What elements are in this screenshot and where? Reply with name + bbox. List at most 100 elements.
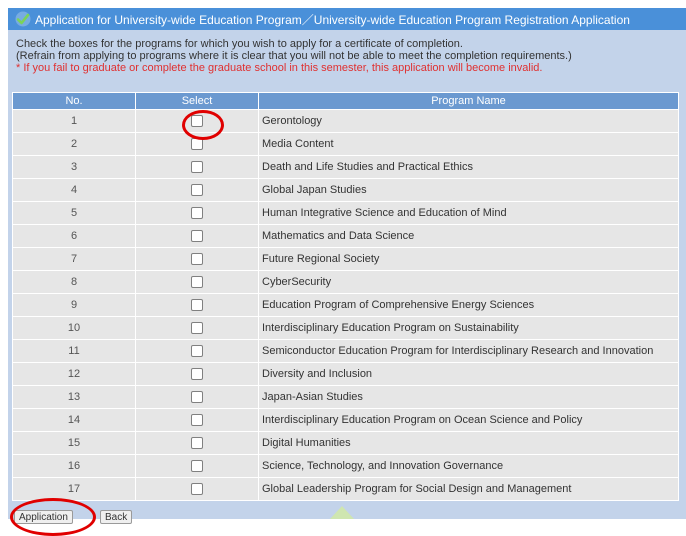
column-header-no: No. [12,92,136,110]
select-cell [135,408,259,432]
row-number: 13 [12,385,136,409]
table-header-row: No. Select Program Name [12,92,679,110]
program-select-checkbox[interactable] [191,391,203,404]
program-name: Semiconductor Education Program for Inte… [258,339,679,363]
column-header-select: Select [135,92,259,110]
instruction-line-2: (Refrain from applying to programs where… [16,50,572,62]
program-name: Digital Humanities [258,431,679,455]
row-number: 8 [12,270,136,294]
program-name: Future Regional Society [258,247,679,271]
program-select-checkbox[interactable] [191,161,203,174]
program-name: Global Japan Studies [258,178,679,202]
program-select-checkbox[interactable] [191,184,203,197]
checkmark-icon [15,11,31,27]
column-header-program-name: Program Name [258,92,679,110]
instructions: Check the boxes for the programs for whi… [16,38,686,74]
table-row: 16 Science, Technology, and Innovation Go… [12,454,679,478]
program-select-checkbox[interactable] [191,414,203,427]
scroll-hint-arrow [330,506,354,519]
program-name: Education Program of Comprehensive Energ… [258,293,679,317]
programs-table: No. Select Program Name 1 Gerontology 2 Med… [12,92,679,501]
select-cell [135,454,259,478]
program-select-checkbox[interactable] [191,437,203,450]
row-number: 11 [12,339,136,363]
program-name: Gerontology [258,109,679,133]
select-cell [135,201,259,225]
program-select-checkbox[interactable] [191,460,203,473]
table-row: 13 Japan-Asian Studies [12,385,679,409]
select-cell [135,178,259,202]
select-cell [135,293,259,317]
table-row: 5 Human Integrative Science and Education… [12,201,679,225]
row-number: 9 [12,293,136,317]
row-number: 3 [12,155,136,179]
table-row: 11 Semiconductor Education Program for In… [12,339,679,363]
program-name: Mathematics and Data Science [258,224,679,248]
select-cell [135,385,259,409]
table-row: 15 Digital Humanities [12,431,679,455]
row-number: 2 [12,132,136,156]
program-select-checkbox[interactable] [191,230,203,243]
select-cell [135,362,259,386]
program-select-checkbox[interactable] [191,322,203,335]
select-cell [135,109,259,133]
application-button[interactable]: Application [14,510,73,524]
row-number: 10 [12,316,136,340]
table-row: 2 Media Content [12,132,679,156]
warning-text: * If you fail to graduate or complete th… [16,62,543,74]
page-title: Application for University-wide Educatio… [35,12,630,27]
program-select-checkbox[interactable] [191,368,203,381]
select-cell [135,224,259,248]
row-number: 17 [12,477,136,501]
program-select-checkbox[interactable] [191,483,203,496]
select-cell [135,247,259,271]
row-number: 1 [12,109,136,133]
row-number: 14 [12,408,136,432]
table-row: 17 Global Leadership Program for Social D… [12,477,679,501]
program-select-checkbox[interactable] [191,253,203,266]
program-name: Death and Life Studies and Practical Eth… [258,155,679,179]
program-name: Diversity and Inclusion [258,362,679,386]
instruction-line-1: Check the boxes for the programs for whi… [16,38,463,50]
row-number: 5 [12,201,136,225]
back-button[interactable]: Back [100,510,133,524]
table-row: 4 Global Japan Studies [12,178,679,202]
select-cell [135,132,259,156]
select-cell [135,477,259,501]
select-cell [135,316,259,340]
row-number: 15 [12,431,136,455]
title-bar: Application for University-wide Educatio… [8,8,686,30]
program-name: Japan-Asian Studies [258,385,679,409]
program-name: Global Leadership Program for Social Des… [258,477,679,501]
program-name: Interdisciplinary Education Program on O… [258,408,679,432]
select-cell [135,431,259,455]
row-number: 4 [12,178,136,202]
program-name: Media Content [258,132,679,156]
table-row: 8 CyberSecurity [12,270,679,294]
table-row: 3 Death and Life Studies and Practical Et… [12,155,679,179]
program-name: Science, Technology, and Innovation Gove… [258,454,679,478]
table-row: 7 Future Regional Society [12,247,679,271]
program-select-checkbox[interactable] [191,138,203,151]
program-name: Interdisciplinary Education Program on S… [258,316,679,340]
program-select-checkbox[interactable] [191,207,203,220]
row-number: 6 [12,224,136,248]
program-name: CyberSecurity [258,270,679,294]
table-row: 14 Interdisciplinary Education Program on… [12,408,679,432]
table-row: 9 Education Program of Comprehensive Ener… [12,293,679,317]
table-row: 12 Diversity and Inclusion [12,362,679,386]
select-cell [135,155,259,179]
table-row: 1 Gerontology [12,109,679,133]
row-number: 7 [12,247,136,271]
program-select-checkbox[interactable] [191,299,203,312]
select-cell [135,339,259,363]
table-row: 6 Mathematics and Data Science [12,224,679,248]
row-number: 12 [12,362,136,386]
program-select-checkbox[interactable] [191,276,203,289]
row-number: 16 [12,454,136,478]
program-select-checkbox[interactable] [191,115,203,128]
program-select-checkbox[interactable] [191,345,203,358]
table-row: 10 Interdisciplinary Education Program on… [12,316,679,340]
select-cell [135,270,259,294]
program-name: Human Integrative Science and Education … [258,201,679,225]
